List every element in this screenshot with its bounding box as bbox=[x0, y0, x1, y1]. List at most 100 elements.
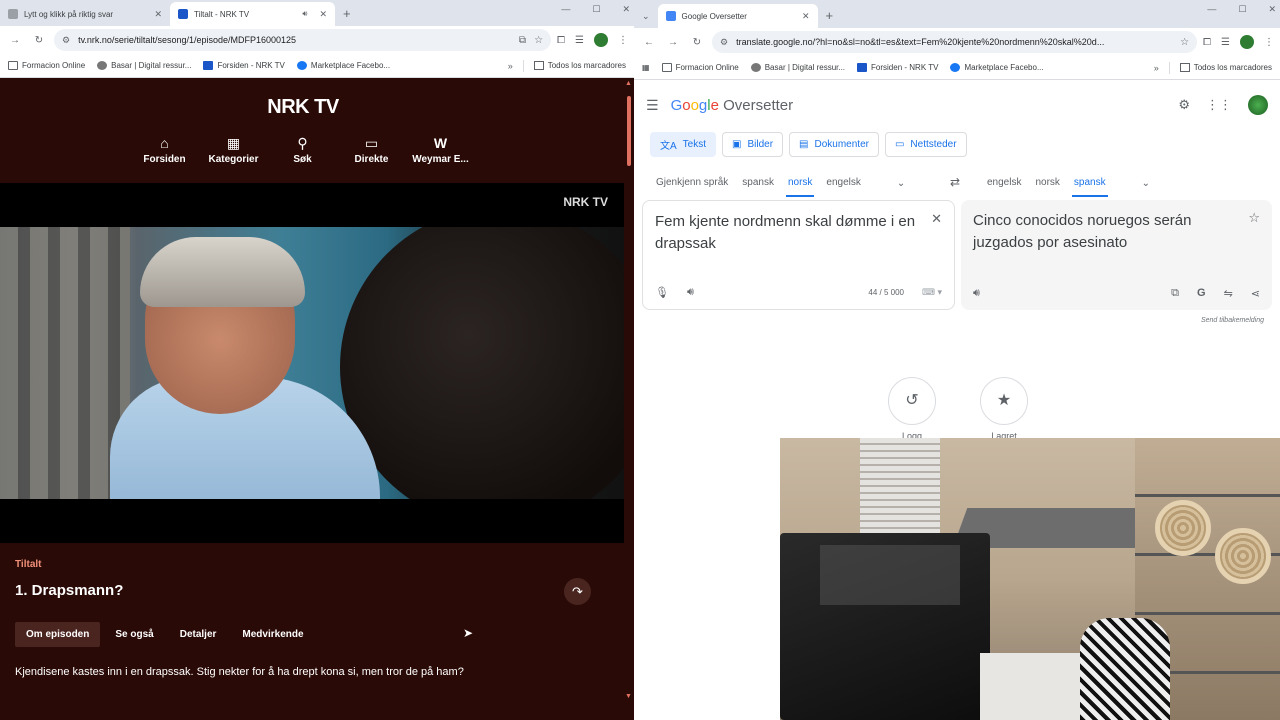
all-bookmarks[interactable]: Todos los marcadores bbox=[548, 61, 626, 70]
google-oversetter-logo[interactable]: Google Oversetter bbox=[671, 97, 794, 114]
maximize-icon[interactable]: ☐ bbox=[1238, 4, 1246, 15]
nav-profile[interactable]: W Weymar E... bbox=[406, 134, 475, 165]
video-frame[interactable] bbox=[0, 227, 624, 499]
tab-detaljer[interactable]: Detaljer bbox=[169, 622, 228, 647]
nav-sok[interactable]: ⚲ Søk bbox=[268, 134, 337, 165]
reload-icon[interactable]: ↻ bbox=[30, 35, 48, 46]
cast-icon[interactable]: ⧉ bbox=[519, 35, 526, 46]
mode-tekst[interactable]: 文A Tekst bbox=[650, 132, 717, 157]
tab-lytt-og-klikk[interactable]: Lytt og klikk på riktig svar ✕ bbox=[0, 2, 170, 26]
mode-dokumenter[interactable]: ▤ Dokumenter bbox=[789, 132, 879, 157]
source-lang-norsk[interactable]: norsk bbox=[785, 169, 815, 197]
tab-google-oversetter[interactable]: Google Oversetter ✕ bbox=[657, 4, 818, 28]
tab-tiltalt-nrk[interactable]: Tiltalt - NRK TV 🔊︎ ✕ bbox=[170, 2, 335, 26]
listen-speaker-icon[interactable]: 🔊︎ bbox=[973, 287, 980, 300]
source-more-chevron-icon[interactable]: ⌄ bbox=[897, 178, 905, 189]
source-text-panel[interactable]: Fem kjente nordmenn skal dømme i en drap… bbox=[642, 200, 955, 310]
scroll-up-icon[interactable]: ▲ bbox=[625, 80, 632, 87]
address-bar[interactable]: ⚙ tv.nrk.no/serie/tiltalt/sesong/1/episo… bbox=[54, 29, 552, 51]
site-info-icon[interactable]: ⚙ bbox=[720, 37, 728, 48]
minimize-icon[interactable]: — bbox=[1207, 4, 1216, 15]
source-lang-spansk[interactable]: spansk bbox=[740, 169, 776, 197]
keyboard-icon[interactable]: ⌨ ▾ bbox=[922, 287, 942, 298]
bookmark-star-icon[interactable]: ☆ bbox=[1180, 37, 1189, 48]
hamburger-menu-icon[interactable]: ☰ bbox=[646, 97, 659, 114]
bookmark-nrk[interactable]: Forsiden - NRK TV bbox=[203, 61, 285, 70]
video-player[interactable]: NRK TV bbox=[0, 183, 624, 543]
menu-icon[interactable]: ⋮ bbox=[1264, 37, 1274, 48]
scroll-down-icon[interactable]: ▼ bbox=[625, 693, 632, 700]
nav-kategorier[interactable]: ▦ Kategorier bbox=[199, 134, 268, 165]
share-icon[interactable]: ⋖ bbox=[1251, 287, 1260, 300]
close-icon[interactable]: ✕ bbox=[319, 9, 327, 20]
swap-languages-icon[interactable]: ⇄ bbox=[950, 175, 960, 189]
share-button[interactable]: ↷ bbox=[564, 578, 591, 605]
forward-icon[interactable]: → bbox=[664, 37, 682, 48]
speaker-icon[interactable]: 🔊︎ bbox=[302, 9, 307, 19]
profile-avatar[interactable] bbox=[1240, 35, 1254, 49]
source-text-input[interactable]: Fem kjente nordmenn skal dømme i en drap… bbox=[655, 211, 925, 255]
all-bookmarks[interactable]: Todos los marcadores bbox=[1194, 63, 1272, 72]
nav-forsiden[interactable]: ⌂ Forsiden bbox=[130, 134, 199, 165]
nav-direkte[interactable]: ▭ Direkte bbox=[337, 134, 406, 165]
bookmark-star-icon[interactable]: ☆ bbox=[534, 35, 543, 46]
target-lang-spansk[interactable]: spansk bbox=[1071, 169, 1108, 197]
reading-list-icon[interactable]: ☰ bbox=[1221, 37, 1230, 48]
bookmark-formacion[interactable]: Formacion Online bbox=[661, 63, 739, 72]
mode-nettsteder[interactable]: ▭ Nettsteder bbox=[884, 132, 967, 157]
source-lang-engelsk[interactable]: engelsk bbox=[824, 169, 862, 197]
site-info-icon[interactable]: ⚙ bbox=[62, 35, 70, 46]
forward-icon[interactable]: → bbox=[6, 35, 24, 46]
close-window-icon[interactable]: ✕ bbox=[1268, 4, 1276, 15]
bookmarks-overflow-button[interactable]: » bbox=[1154, 63, 1159, 73]
new-tab-button[interactable]: + bbox=[335, 2, 359, 26]
target-more-chevron-icon[interactable]: ⌄ bbox=[1142, 178, 1150, 189]
microphone-icon[interactable]: 🎙︎ bbox=[655, 286, 669, 299]
bookmarks-overflow-button[interactable]: » bbox=[508, 61, 513, 71]
clear-text-icon[interactable]: ✕ bbox=[931, 211, 942, 227]
apps-icon[interactable]: ▦ bbox=[642, 63, 650, 72]
google-search-icon[interactable]: G bbox=[1197, 287, 1206, 300]
account-avatar[interactable] bbox=[1248, 95, 1268, 115]
bookmark-basar[interactable]: Basar | Digital ressur... bbox=[750, 63, 845, 72]
nrk-tv-logo[interactable]: NRK TV bbox=[0, 96, 606, 119]
minimize-icon[interactable]: — bbox=[561, 4, 570, 15]
bookmark-formacion[interactable]: Formacion Online bbox=[8, 61, 85, 70]
new-tab-button[interactable]: + bbox=[818, 4, 842, 28]
saved-button[interactable]: ★ Lagret bbox=[979, 377, 1029, 441]
address-bar[interactable]: ⚙ translate.google.no/?hl=no&sl=no&tl=es… bbox=[712, 31, 1198, 53]
back-icon[interactable]: ← bbox=[640, 37, 658, 48]
reading-list-icon[interactable]: ☰ bbox=[575, 35, 584, 46]
mode-bilder[interactable]: ▣ Bilder bbox=[722, 132, 784, 157]
copy-icon[interactable]: ⧉ bbox=[1171, 287, 1179, 300]
tab-search-icon[interactable]: ⌄ bbox=[634, 4, 658, 28]
history-button[interactable]: ↺ Logg bbox=[887, 377, 937, 441]
listen-speaker-icon[interactable]: 🔊︎ bbox=[687, 286, 694, 299]
target-lang-engelsk[interactable]: engelsk bbox=[985, 169, 1023, 197]
maximize-icon[interactable]: ☐ bbox=[592, 4, 600, 15]
profile-avatar[interactable] bbox=[594, 33, 608, 47]
close-window-icon[interactable]: ✕ bbox=[622, 4, 630, 15]
bookmark-nrk[interactable]: Forsiden - NRK TV bbox=[857, 63, 938, 72]
settings-gear-icon[interactable]: ⚙ bbox=[1178, 97, 1190, 113]
bookmark-marketplace[interactable]: Marketplace Facebo... bbox=[296, 61, 390, 70]
tab-medvirkende[interactable]: Medvirkende bbox=[231, 622, 314, 647]
target-lang-norsk[interactable]: norsk bbox=[1033, 169, 1061, 197]
close-icon[interactable]: ✕ bbox=[802, 11, 810, 22]
series-title[interactable]: Tiltalt bbox=[15, 559, 41, 570]
rate-translation-icon[interactable]: ⇋ bbox=[1224, 287, 1233, 300]
reload-icon[interactable]: ↻ bbox=[688, 37, 706, 48]
tab-se-ogsa[interactable]: Se også bbox=[104, 622, 164, 647]
source-lang-detect[interactable]: Gjenkjenn språk bbox=[654, 169, 730, 197]
send-feedback-link[interactable]: Send tilbakemelding bbox=[1201, 317, 1264, 324]
extensions-icon[interactable]: ⧠ bbox=[557, 35, 565, 46]
tab-om-episoden[interactable]: Om episoden bbox=[15, 622, 101, 647]
bookmark-marketplace[interactable]: Marketplace Facebo... bbox=[950, 63, 1044, 72]
page-scrollbar[interactable]: ▲ ▼ bbox=[624, 78, 634, 720]
extensions-icon[interactable]: ⧠ bbox=[1203, 37, 1211, 48]
save-star-icon[interactable]: ☆ bbox=[1248, 210, 1260, 226]
scrollbar-thumb[interactable] bbox=[627, 96, 631, 166]
apps-grid-icon[interactable]: ⋮⋮ bbox=[1206, 97, 1232, 113]
close-icon[interactable]: ✕ bbox=[154, 9, 162, 20]
menu-icon[interactable]: ⋮ bbox=[618, 35, 628, 46]
